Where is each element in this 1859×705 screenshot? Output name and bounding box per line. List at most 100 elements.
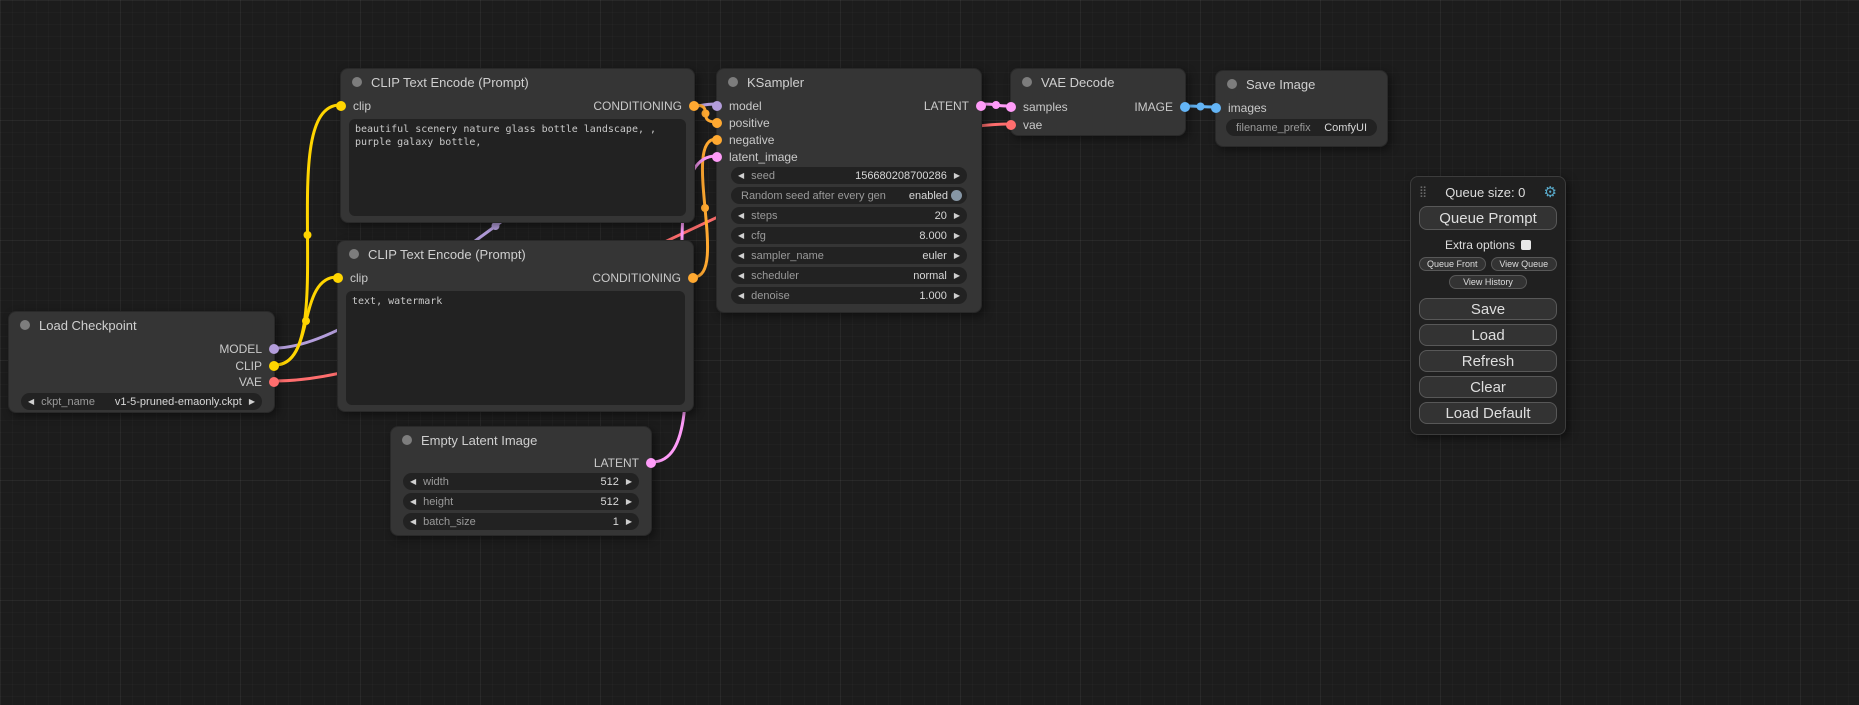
increment-arrow[interactable]: ▶ <box>626 473 632 490</box>
node-header[interactable]: CLIP Text Encode (Prompt) <box>341 69 694 95</box>
output-slot-conditioning[interactable]: CONDITIONING <box>593 100 699 112</box>
widget-seed[interactable]: ◀ seed 156680208700286 ▶ <box>731 167 967 184</box>
decrement-arrow[interactable]: ◀ <box>738 227 744 244</box>
output-slot-latent[interactable]: LATENT <box>594 457 656 469</box>
collapse-dot[interactable] <box>1227 79 1237 89</box>
widget-height[interactable]: ◀ height 512 ▶ <box>403 493 639 510</box>
clear-button[interactable]: Clear <box>1419 376 1557 398</box>
widget-scheduler[interactable]: ◀ scheduler normal ▶ <box>731 267 967 284</box>
seed-toggle-knob[interactable] <box>951 190 962 201</box>
increment-arrow[interactable]: ▶ <box>626 493 632 510</box>
output-slot-vae[interactable]: VAE <box>239 376 279 388</box>
decrement-arrow[interactable]: ◀ <box>28 393 34 410</box>
node-clip-text-encode-negative[interactable]: CLIP Text Encode (Prompt) clip CONDITION… <box>337 240 694 412</box>
node-header[interactable]: Load Checkpoint <box>9 312 274 338</box>
latent-slot-dot <box>1006 102 1016 112</box>
output-slot-clip[interactable]: CLIP <box>235 360 279 372</box>
increment-arrow[interactable]: ▶ <box>626 513 632 530</box>
collapse-dot[interactable] <box>349 249 359 259</box>
node-header[interactable]: VAE Decode <box>1011 69 1185 95</box>
increment-arrow[interactable]: ▶ <box>954 287 960 304</box>
collapse-dot[interactable] <box>20 320 30 330</box>
refresh-button[interactable]: Refresh <box>1419 350 1557 372</box>
node-header[interactable]: CLIP Text Encode (Prompt) <box>338 241 693 267</box>
queue-prompt-button[interactable]: Queue Prompt <box>1419 206 1557 230</box>
load-default-button[interactable]: Load Default <box>1419 402 1557 424</box>
node-title: CLIP Text Encode (Prompt) <box>368 247 526 262</box>
input-slot-clip[interactable]: clip <box>336 100 371 112</box>
output-slot-image[interactable]: IMAGE <box>1134 101 1190 113</box>
slot-label: CONDITIONING <box>592 271 681 285</box>
input-slot-latent-image[interactable]: latent_image <box>712 151 798 163</box>
view-queue-button[interactable]: View Queue <box>1491 257 1558 271</box>
widget-steps[interactable]: ◀ steps 20 ▶ <box>731 207 967 224</box>
node-load-checkpoint[interactable]: Load Checkpoint MODEL CLIP VAE ◀ ckpt_na… <box>8 311 275 413</box>
node-clip-text-encode-positive[interactable]: CLIP Text Encode (Prompt) clip CONDITION… <box>340 68 695 223</box>
widget-label: ckpt_name <box>41 396 95 408</box>
conditioning-slot-dot <box>712 118 722 128</box>
input-slot-images[interactable]: images <box>1211 102 1267 114</box>
negative-prompt-textarea[interactable]: text, watermark <box>346 291 685 405</box>
decrement-arrow[interactable]: ◀ <box>410 473 416 490</box>
widget-value: v1-5-pruned-emaonly.ckpt <box>115 396 242 408</box>
node-vae-decode[interactable]: VAE Decode samples vae IMAGE <box>1010 68 1186 136</box>
increment-arrow[interactable]: ▶ <box>954 227 960 244</box>
decrement-arrow[interactable]: ◀ <box>738 167 744 184</box>
collapse-dot[interactable] <box>352 77 362 87</box>
increment-arrow[interactable]: ▶ <box>249 393 255 410</box>
node-ksampler[interactable]: KSampler model positive negative latent_… <box>716 68 982 313</box>
decrement-arrow[interactable]: ◀ <box>738 247 744 264</box>
node-empty-latent-image[interactable]: Empty Latent Image LATENT ◀ width 512 ▶ … <box>390 426 652 536</box>
positive-prompt-textarea[interactable]: beautiful scenery nature glass bottle la… <box>349 119 686 216</box>
input-slot-vae[interactable]: vae <box>1006 119 1042 131</box>
node-save-image[interactable]: Save Image images filename_prefix ComfyU… <box>1215 70 1388 147</box>
widget-seed-control[interactable]: Random seed after every gen enabled <box>731 187 967 204</box>
extra-options-checkbox[interactable] <box>1521 240 1531 250</box>
queue-front-button[interactable]: Queue Front <box>1419 257 1486 271</box>
load-button[interactable]: Load <box>1419 324 1557 346</box>
increment-arrow[interactable]: ▶ <box>954 167 960 184</box>
decrement-arrow[interactable]: ◀ <box>738 287 744 304</box>
output-slot-model[interactable]: MODEL <box>219 343 279 355</box>
slot-label: negative <box>729 133 774 147</box>
increment-arrow[interactable]: ▶ <box>954 267 960 284</box>
node-header[interactable]: Save Image <box>1216 71 1387 97</box>
node-header[interactable]: Empty Latent Image <box>391 427 651 453</box>
node-header[interactable]: KSampler <box>717 69 981 95</box>
comfyui-canvas[interactable]: { "colors": { "model": "#B39DDB", "clip"… <box>0 0 1859 705</box>
widget-value: 1 <box>613 516 619 528</box>
widget-denoise[interactable]: ◀ denoise 1.000 ▶ <box>731 287 967 304</box>
menu-drag-handle-icon[interactable]: ⣿ <box>1419 187 1427 198</box>
increment-arrow[interactable]: ▶ <box>954 247 960 264</box>
input-slot-samples[interactable]: samples <box>1006 101 1068 113</box>
decrement-arrow[interactable]: ◀ <box>410 493 416 510</box>
collapse-dot[interactable] <box>1022 77 1032 87</box>
input-slot-model[interactable]: model <box>712 100 762 112</box>
widget-value: 512 <box>600 476 618 488</box>
output-slot-latent[interactable]: LATENT <box>924 100 986 112</box>
vae-slot-dot <box>1006 120 1016 130</box>
decrement-arrow[interactable]: ◀ <box>738 207 744 224</box>
widget-cfg[interactable]: ◀ cfg 8.000 ▶ <box>731 227 967 244</box>
settings-gear-icon[interactable]: ⚙ <box>1544 185 1557 200</box>
collapse-dot[interactable] <box>728 77 738 87</box>
widget-value: 8.000 <box>919 230 947 242</box>
collapse-dot[interactable] <box>402 435 412 445</box>
widget-batch-size[interactable]: ◀ batch_size 1 ▶ <box>403 513 639 530</box>
decrement-arrow[interactable]: ◀ <box>410 513 416 530</box>
widget-sampler-name[interactable]: ◀ sampler_name euler ▶ <box>731 247 967 264</box>
input-slot-clip[interactable]: clip <box>333 272 368 284</box>
slot-label: MODEL <box>219 342 262 356</box>
link-midpoint-dot <box>492 222 500 230</box>
view-history-button[interactable]: View History <box>1449 275 1527 289</box>
widget-ckpt-name[interactable]: ◀ ckpt_name v1-5-pruned-emaonly.ckpt ▶ <box>21 393 262 410</box>
input-slot-positive[interactable]: positive <box>712 117 770 129</box>
input-slot-negative[interactable]: negative <box>712 134 774 146</box>
link-midpoint-dot <box>1197 103 1205 111</box>
widget-filename-prefix[interactable]: filename_prefix ComfyUI <box>1226 119 1377 136</box>
output-slot-conditioning[interactable]: CONDITIONING <box>592 272 698 284</box>
save-button[interactable]: Save <box>1419 298 1557 320</box>
decrement-arrow[interactable]: ◀ <box>738 267 744 284</box>
increment-arrow[interactable]: ▶ <box>954 207 960 224</box>
widget-width[interactable]: ◀ width 512 ▶ <box>403 473 639 490</box>
